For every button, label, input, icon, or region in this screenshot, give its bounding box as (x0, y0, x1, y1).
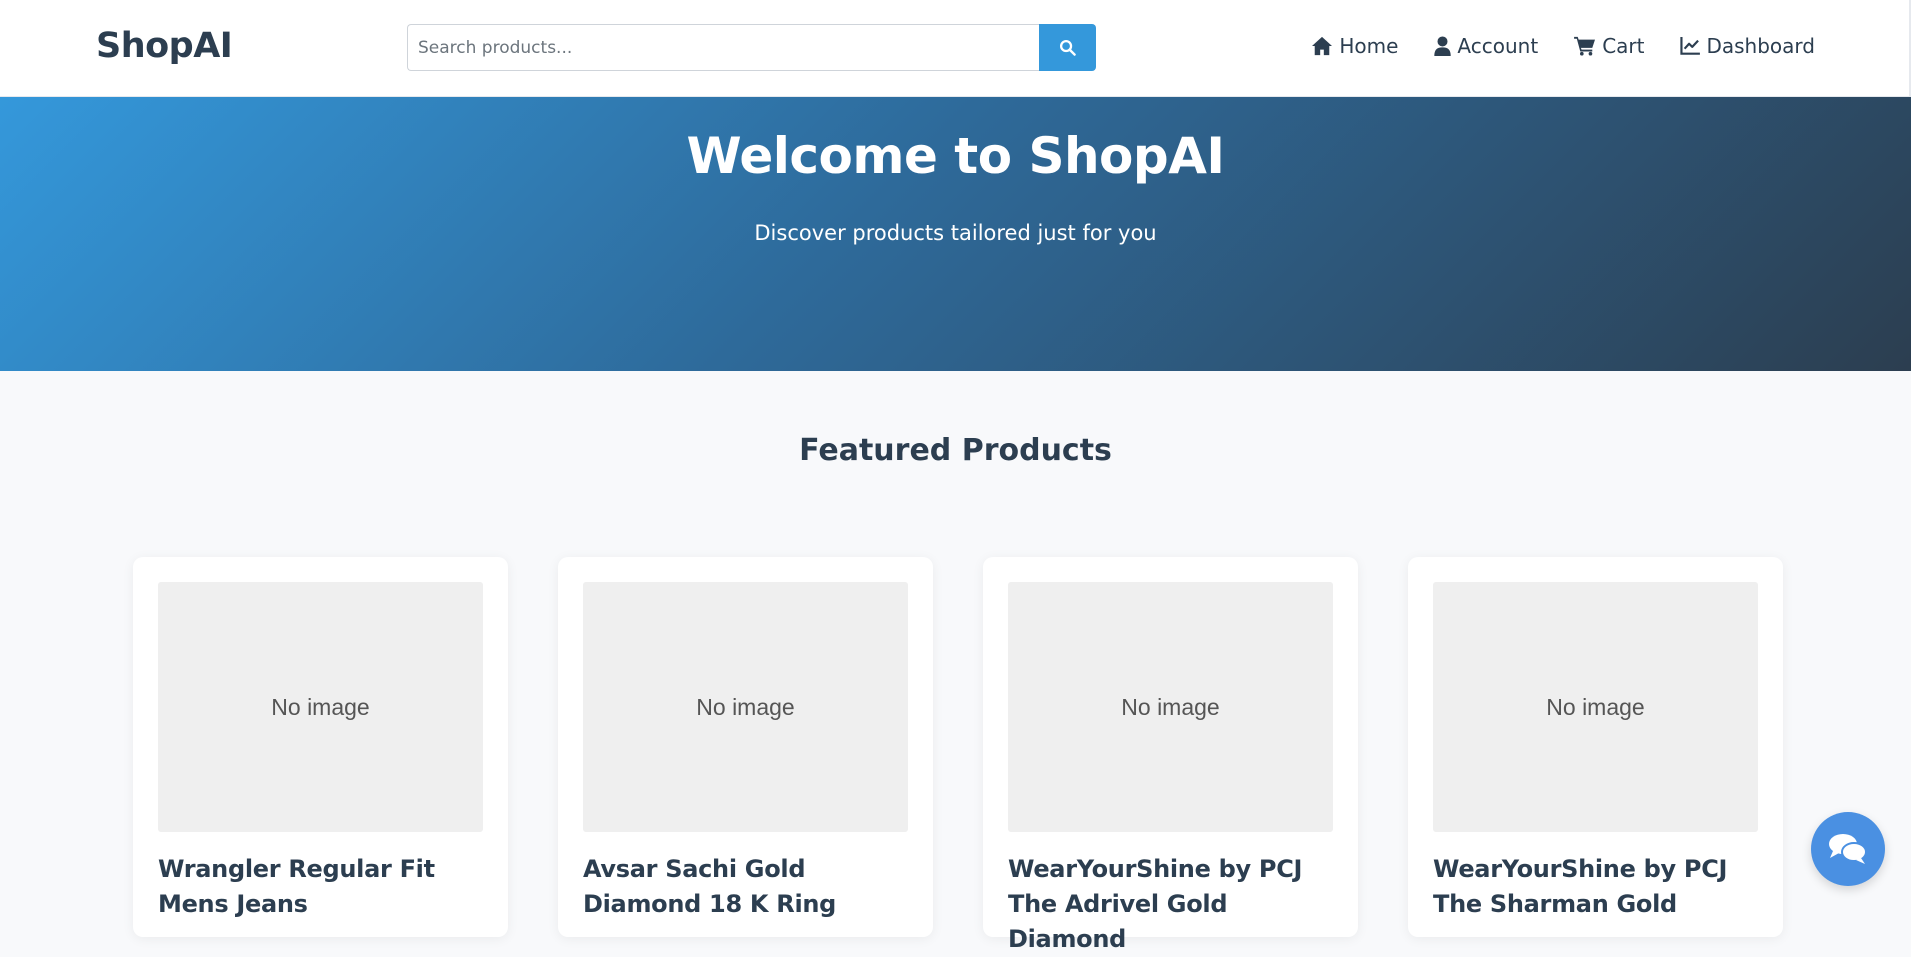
search-button[interactable] (1039, 24, 1096, 71)
product-image-placeholder[interactable]: No image (1433, 582, 1758, 832)
product-card[interactable]: No image WearYourShine by PCJ The Adrive… (983, 557, 1358, 953)
product-image-placeholder[interactable]: No image (1008, 582, 1333, 832)
nav-account[interactable]: Account (1434, 34, 1538, 58)
featured-title: Featured Products (799, 433, 1112, 468)
nav-links: Home Account Cart Dashboard (1311, 34, 1815, 58)
product-title[interactable]: WearYourShine by PCJ The Adrivel Gold Di… (1008, 852, 1348, 957)
chart-line-icon (1680, 37, 1701, 55)
home-icon (1312, 36, 1333, 56)
search-icon (1059, 39, 1076, 56)
product-title[interactable]: WearYourShine by PCJ The Sharman Gold (1433, 852, 1773, 922)
product-card[interactable]: No image WearYourShine by PCJ The Sharma… (1408, 557, 1783, 937)
logo[interactable]: ShopAI (96, 26, 233, 66)
nav-account-label: Account (1457, 34, 1539, 58)
product-image-placeholder[interactable]: No image (158, 582, 483, 832)
hero-subtitle: Discover products tailored just for you (754, 221, 1157, 245)
cart-icon (1574, 36, 1596, 56)
nav-cart[interactable]: Cart (1574, 34, 1644, 58)
nav-dashboard-label: Dashboard (1706, 34, 1815, 58)
product-grid: No image Wrangler Regular Fit Mens Jeans… (133, 557, 1783, 953)
nav-dashboard[interactable]: Dashboard (1680, 34, 1815, 58)
chat-icon (1829, 834, 1867, 864)
product-card[interactable]: No image Avsar Sachi Gold Diamond 18 K R… (558, 557, 933, 937)
nav-cart-label: Cart (1602, 34, 1645, 58)
nav-home-label: Home (1339, 34, 1399, 58)
product-card[interactable]: No image Wrangler Regular Fit Mens Jeans (133, 557, 508, 937)
product-title[interactable]: Avsar Sachi Gold Diamond 18 K Ring (583, 852, 923, 922)
search-bar (407, 24, 1096, 71)
product-image-placeholder[interactable]: No image (583, 582, 908, 832)
chat-button[interactable] (1811, 812, 1885, 886)
user-icon (1434, 36, 1452, 56)
hero-title: Welcome to ShopAI (686, 127, 1225, 185)
hero-banner: Welcome to ShopAI Discover products tail… (0, 97, 1911, 371)
search-input[interactable] (407, 24, 1039, 71)
nav-home[interactable]: Home (1311, 34, 1398, 58)
navbar: ShopAI Home Account (0, 0, 1911, 97)
product-title[interactable]: Wrangler Regular Fit Mens Jeans (158, 852, 498, 922)
